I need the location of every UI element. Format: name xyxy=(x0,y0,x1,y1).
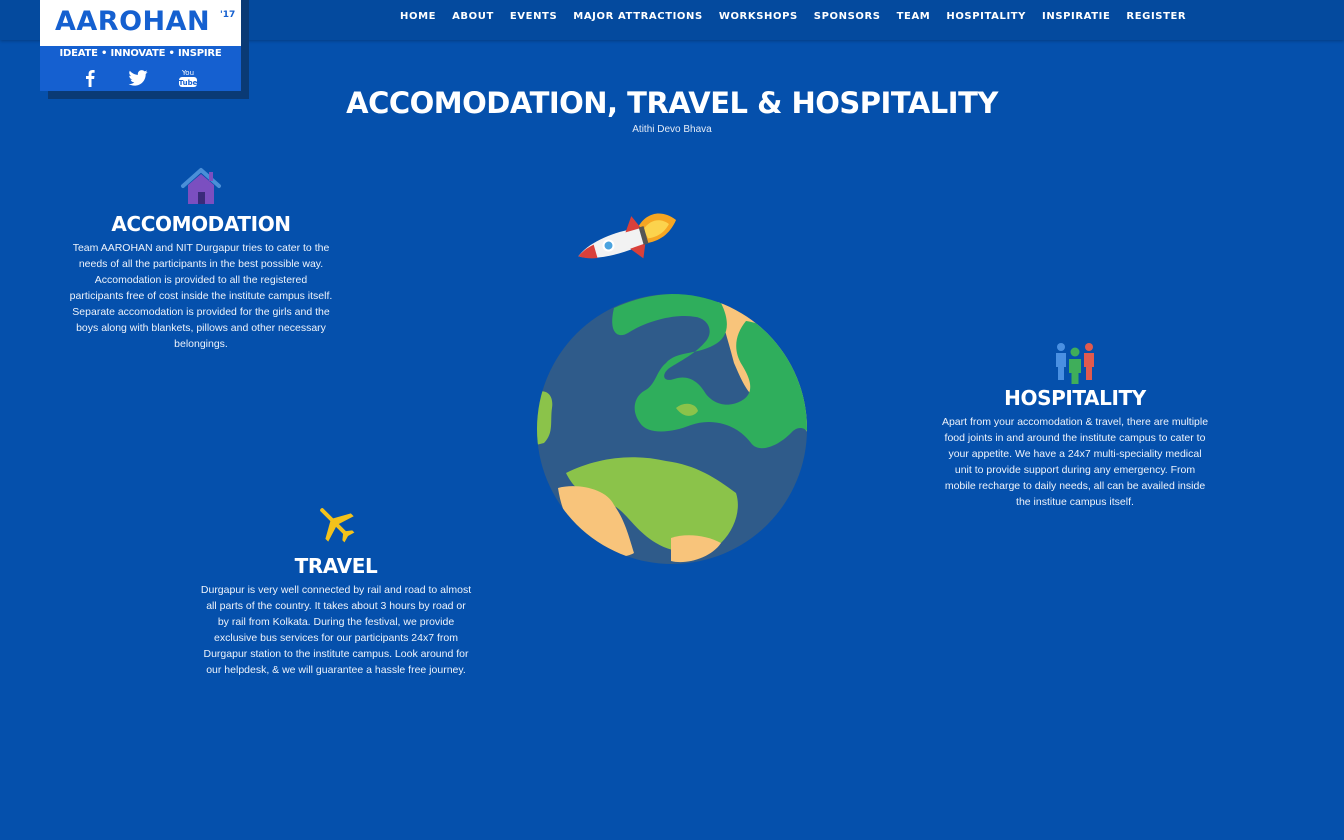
travel-section: TRAVEL Durgapur is very well connected b… xyxy=(200,502,472,678)
hospitality-section: HOSPITALITY Apart from your accomodation… xyxy=(940,340,1210,510)
nav-events[interactable]: EVENTS xyxy=(510,11,557,22)
nav-about[interactable]: ABOUT xyxy=(452,11,494,22)
nav-home[interactable]: HOME xyxy=(400,11,436,22)
travel-text: Durgapur is very well connected by rail … xyxy=(200,584,472,676)
page-title: ACCOMODATION, TRAVEL & HOSPITALITY xyxy=(346,86,998,120)
nav-major-attractions[interactable]: MAJOR ATTRACTIONS xyxy=(573,11,703,22)
logo-year: '17 xyxy=(220,10,236,20)
logo-card[interactable]: AAROHAN '17 IDEATE • INNOVATE • INSPIRE … xyxy=(40,0,241,91)
nav-sponsors[interactable]: SPONSORS xyxy=(814,11,881,22)
accomodation-text: Team AAROHAN and NIT Durgapur tries to c… xyxy=(69,242,333,350)
people-icon xyxy=(1056,343,1094,384)
nav-register[interactable]: REGISTER xyxy=(1126,11,1186,22)
globe-illustration xyxy=(537,294,807,564)
nav-menu: HOME ABOUT EVENTS MAJOR ATTRACTIONS WORK… xyxy=(400,0,1186,32)
nav-workshops[interactable]: WORKSHOPS xyxy=(719,11,798,22)
logo-tagline: IDEATE • INNOVATE • INSPIRE xyxy=(59,48,222,59)
nav-hospitality[interactable]: HOSPITALITY xyxy=(946,11,1026,22)
hospitality-text: Apart from your accomodation & travel, t… xyxy=(941,416,1209,508)
rocket-illustration xyxy=(578,213,677,259)
airplane-icon xyxy=(320,508,355,543)
house-icon xyxy=(181,168,221,204)
travel-title: TRAVEL xyxy=(294,554,378,578)
logo-banner: AAROHAN '17 xyxy=(40,0,241,46)
logo-wordmark: AAROHAN xyxy=(55,6,211,37)
page-subtitle: Atithi Devo Bhava xyxy=(632,124,712,135)
accomodation-title: ACCOMODATION xyxy=(111,212,291,236)
hospitality-title: HOSPITALITY xyxy=(1004,386,1146,410)
nav-team[interactable]: TEAM xyxy=(897,11,931,22)
accomodation-section: ACCOMODATION Team AAROHAN and NIT Durgap… xyxy=(68,166,334,352)
nav-inspiratie[interactable]: INSPIRATIE xyxy=(1042,11,1110,22)
youtube-icon-text-top: You xyxy=(181,69,194,77)
